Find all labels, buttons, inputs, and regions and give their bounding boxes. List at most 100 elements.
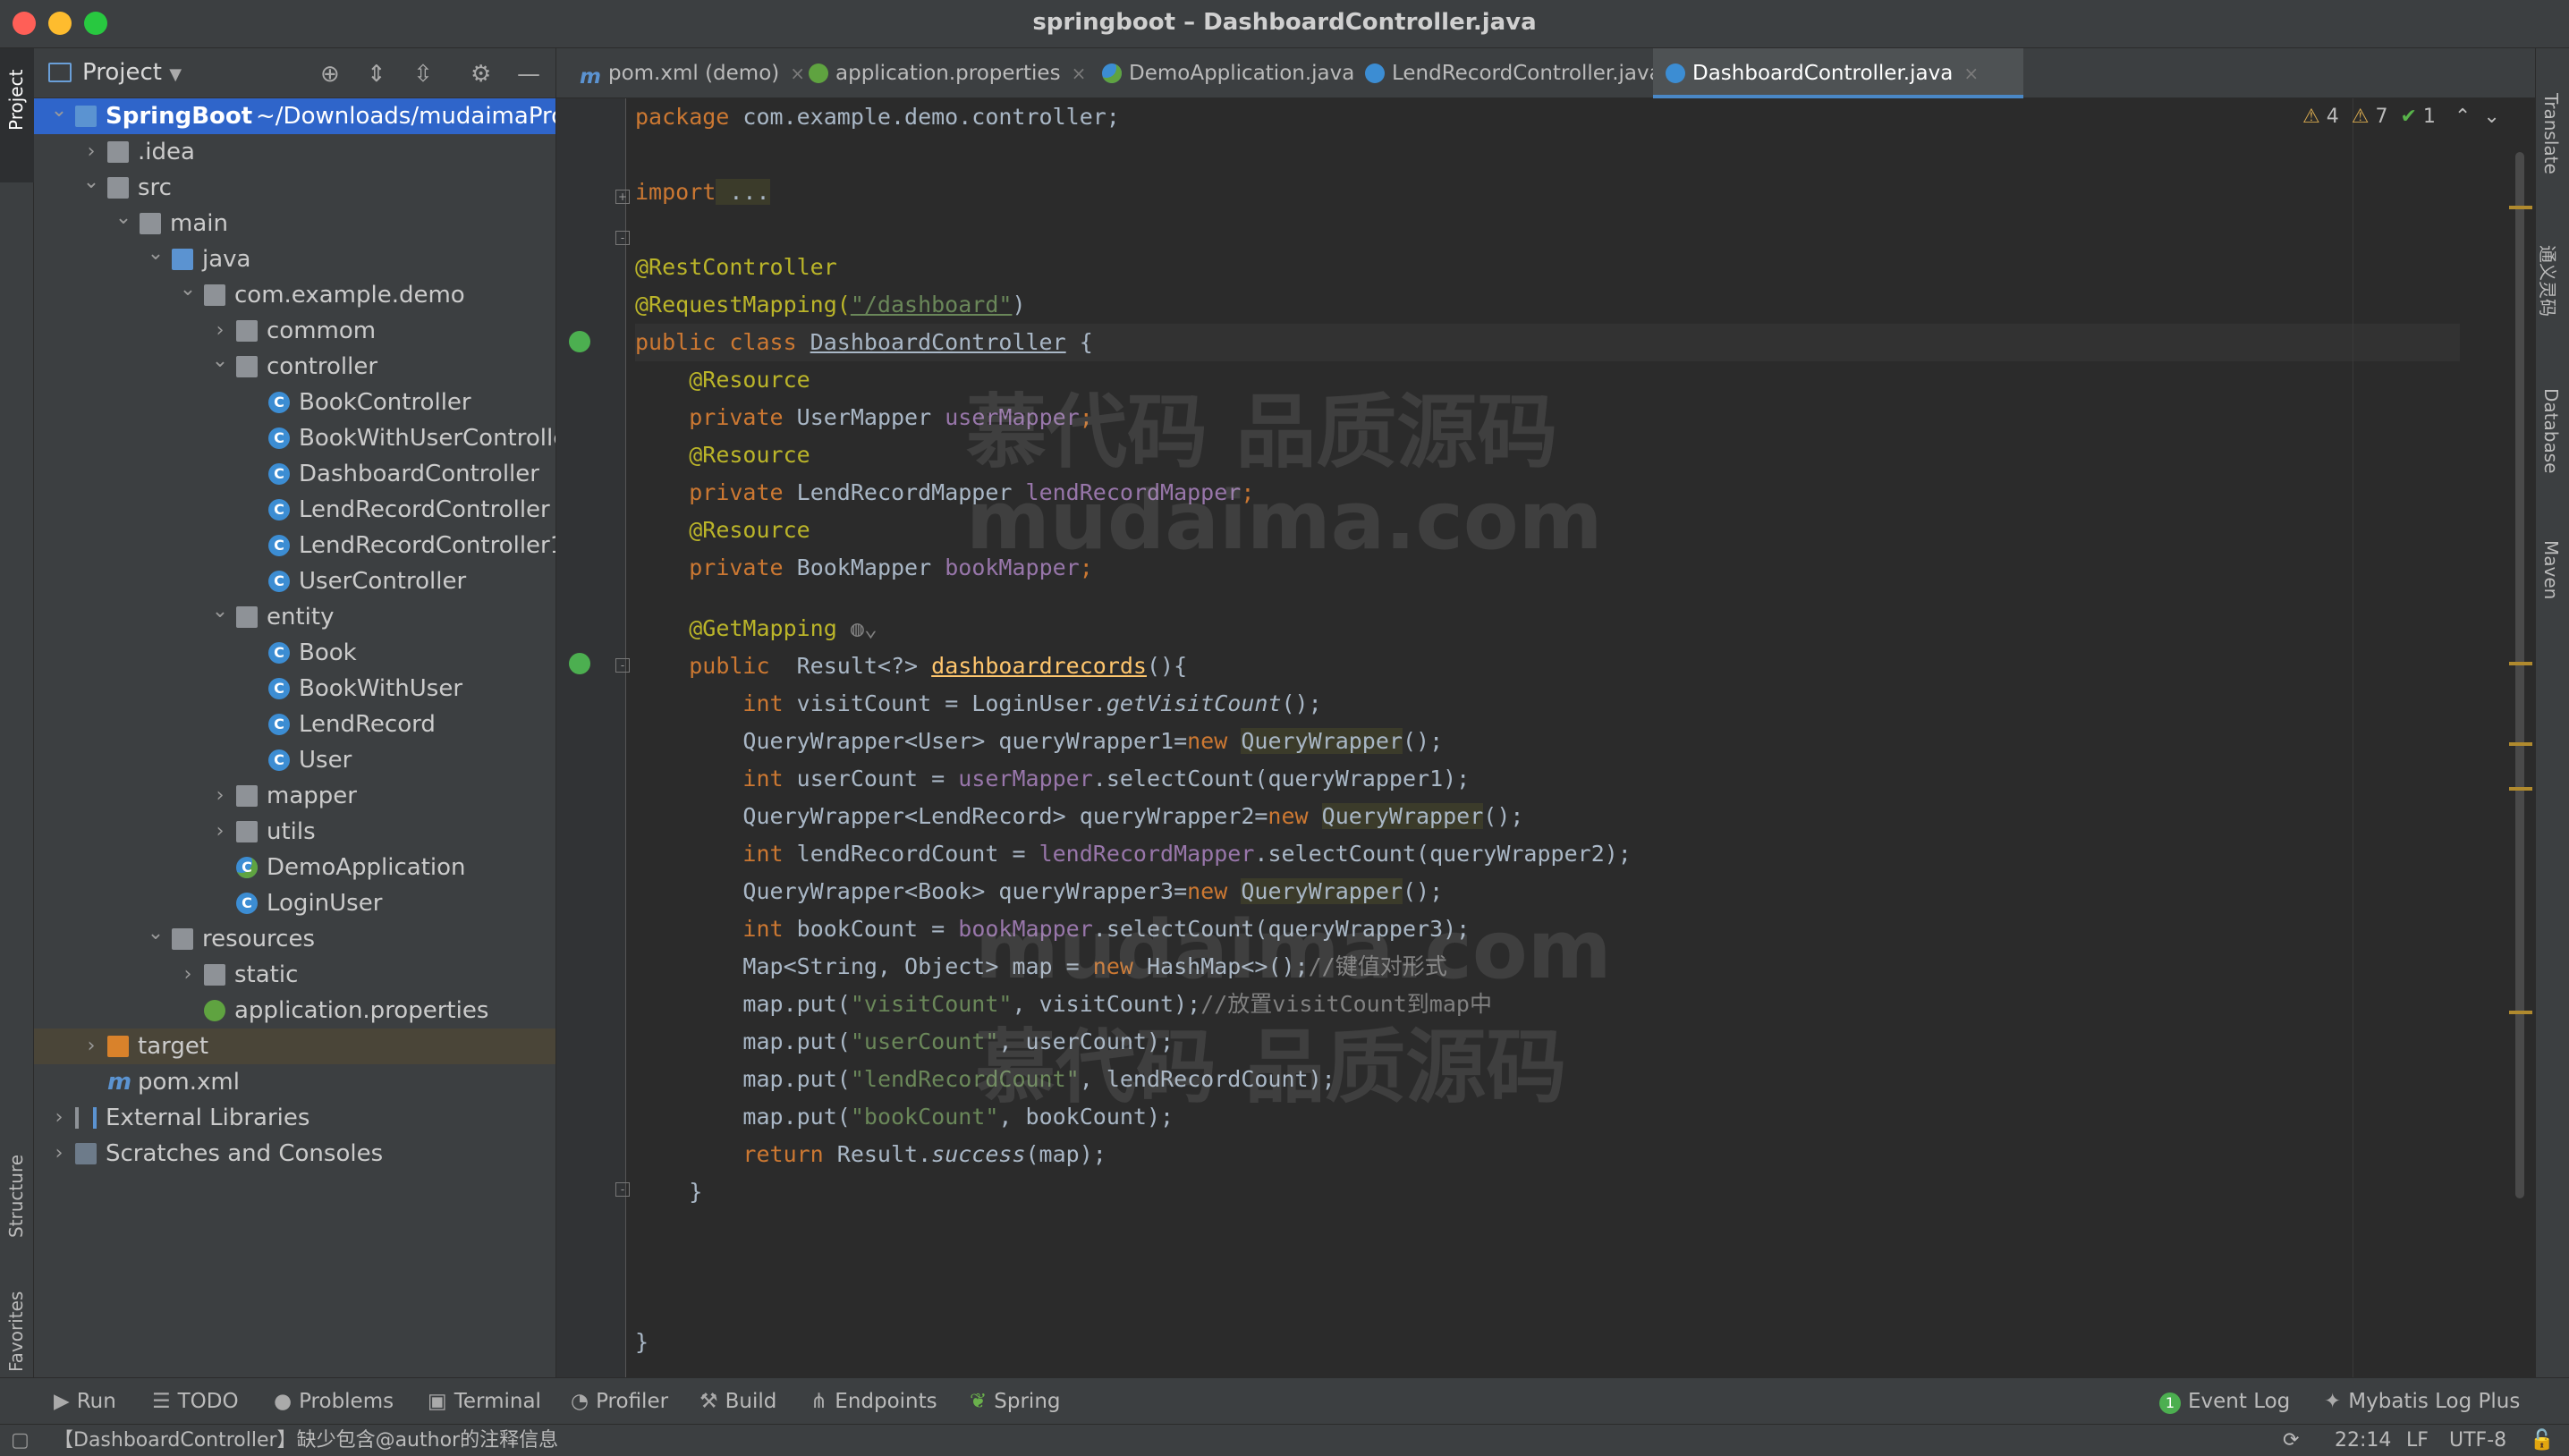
scroll-marker[interactable] [2509, 662, 2532, 665]
tool-build[interactable]: ⚒ Build [699, 1378, 776, 1425]
tool-tab-structure[interactable]: Structure [0, 1086, 34, 1247]
chevron-down-icon[interactable]: ⌄ [211, 343, 229, 379]
tree-item[interactable]: C DashboardController [34, 456, 555, 492]
tree-item[interactable]: application.properties [34, 993, 555, 1029]
fold-marker-icon[interactable]: - [615, 1182, 630, 1197]
tree-item[interactable]: C UserController [34, 563, 555, 599]
tree-item[interactable]: › utils [34, 814, 555, 850]
tree-item[interactable]: › commom [34, 313, 555, 349]
status-message[interactable]: 【DashboardController】缺少包含@author的注释信息 [54, 1425, 558, 1456]
tree-item[interactable]: C BookController [34, 385, 555, 420]
tree-item[interactable]: ⌄ controller [34, 349, 555, 385]
caret-position[interactable]: 22:14 [2335, 1425, 2391, 1456]
editor-tab[interactable]: LendRecordController.java× [1352, 48, 1688, 98]
tree-item[interactable]: › .idea [34, 134, 555, 170]
chevron-down-icon[interactable]: ⌄ [50, 93, 68, 129]
chevron-right-icon[interactable]: › [179, 957, 197, 993]
panel-toggle-icon[interactable]: ▢ [11, 1425, 30, 1456]
chevron-up-icon[interactable]: ⌃ [2455, 106, 2471, 128]
class-icon: C [268, 749, 290, 771]
tree-item[interactable]: › target [34, 1029, 555, 1064]
scroll-marker[interactable] [2509, 787, 2532, 791]
editor-tab[interactable]: DashboardController.java × [1653, 48, 2023, 98]
editor-scrollbar[interactable] [2515, 152, 2524, 1198]
chevron-down-icon[interactable]: ⌄ [82, 165, 100, 200]
chevron-down-icon[interactable]: ⌄ [147, 916, 165, 952]
tree-item[interactable]: m pom.xml [34, 1064, 555, 1100]
tool-event-log[interactable]: 1 Event Log [2159, 1378, 2290, 1425]
chevron-down-icon[interactable]: ⌄ [179, 272, 197, 308]
string-token[interactable]: "/dashboard" [851, 292, 1013, 317]
tool-tab-project[interactable]: Project [0, 48, 34, 182]
keyword-token: int [742, 766, 797, 791]
tree-item[interactable]: › External Libraries [34, 1100, 555, 1136]
close-icon[interactable]: × [1072, 63, 1087, 84]
chevron-right-icon[interactable]: › [82, 1029, 100, 1064]
file-encoding[interactable]: UTF-8 [2449, 1425, 2506, 1456]
locate-icon[interactable]: ⊕ [320, 61, 340, 88]
tree-item[interactable]: › mapper [34, 778, 555, 814]
chevron-right-icon[interactable]: › [50, 1136, 68, 1172]
editor-tab[interactable]: DemoApplication.java× [1089, 48, 1380, 98]
tool-profiler[interactable]: ◔ Profiler [571, 1378, 668, 1425]
gear-icon[interactable]: ⚙ [471, 61, 491, 88]
tree-item[interactable]: ⌄ resources [34, 921, 555, 957]
expand-all-icon[interactable]: ⇕ [367, 61, 386, 88]
tree-item[interactable]: ⌄ entity [34, 599, 555, 635]
code-editor[interactable]: + - - - package com.example.demo.control… [556, 98, 2535, 1377]
chevron-right-icon[interactable]: › [211, 814, 229, 850]
tree-item[interactable]: ⌄ src [34, 170, 555, 206]
tool-run[interactable]: ▶ Run [54, 1378, 116, 1425]
chevron-down-icon[interactable]: ⌄ [2483, 106, 2499, 128]
inspection-widget[interactable]: ⚠ 4 ⚠ 7 ✔ 1 ⌃ ⌄ [2302, 106, 2500, 128]
tree-item[interactable]: ⌄ main [34, 206, 555, 241]
scroll-marker[interactable] [2509, 742, 2532, 746]
tree-item[interactable]: › Scratches and Consoles [34, 1136, 555, 1172]
fold-marker-icon[interactable]: + [615, 190, 630, 204]
globe-icon[interactable]: ◍⌄ [837, 615, 878, 641]
collapse-all-icon[interactable]: ⇳ [413, 61, 433, 88]
tree-item[interactable]: ⌄ SpringBoot ~/Downloads/mudaimaProje [34, 98, 555, 134]
tree-item[interactable]: C LendRecord [34, 707, 555, 742]
tree-item[interactable]: C BookWithUserController [34, 420, 555, 456]
spring-bean-icon[interactable] [569, 331, 590, 352]
chevron-down-icon[interactable]: ⌄ [211, 594, 229, 630]
tree-item[interactable]: C LoginUser [34, 885, 555, 921]
lock-icon[interactable]: 🔓 [2530, 1425, 2554, 1456]
fold-marker-icon[interactable]: - [615, 231, 630, 245]
scroll-marker[interactable] [2509, 206, 2532, 209]
tool-problems[interactable]: ● Problems [274, 1378, 394, 1425]
tree-item[interactable]: C BookWithUser [34, 671, 555, 707]
tree-item[interactable]: C LendRecordController [34, 492, 555, 528]
tree-item[interactable]: C User [34, 742, 555, 778]
tool-endpoints[interactable]: ⋔ Endpoints [810, 1378, 937, 1425]
spring-mapping-icon[interactable] [569, 653, 590, 674]
tool-tab-favorites[interactable]: Favorites [0, 1247, 34, 1390]
editor-tab[interactable]: m pom.xml (demo) × [567, 48, 805, 98]
line-separator[interactable]: LF [2406, 1425, 2429, 1456]
scroll-marker[interactable] [2509, 1011, 2532, 1014]
code-area[interactable]: package com.example.demo.controller; imp… [635, 98, 2460, 1361]
sync-icon[interactable]: ⟳ [2283, 1425, 2299, 1456]
tool-spring[interactable]: ❦ Spring [970, 1378, 1061, 1425]
tree-item[interactable]: C Book [34, 635, 555, 671]
tool-todo[interactable]: ☰ TODO [152, 1378, 239, 1425]
keyword-token: ; [1241, 479, 1255, 505]
close-icon[interactable]: × [1963, 63, 1979, 84]
tree-item[interactable]: C DemoApplication [34, 850, 555, 885]
tree-item[interactable]: › static [34, 957, 555, 993]
hide-panel-icon[interactable]: — [517, 61, 540, 88]
editor-tab[interactable]: application.properties × [796, 48, 1086, 98]
fold-marker-icon[interactable]: - [615, 658, 630, 673]
chevron-down-icon[interactable]: ⌄ [147, 236, 165, 272]
folded-imports[interactable]: ... [716, 179, 770, 205]
tree-item[interactable]: ⌄ com.example.demo [34, 277, 555, 313]
project-view-selector[interactable]: Project ▼ [82, 59, 182, 86]
tool-terminal[interactable]: ▣ Terminal [428, 1378, 541, 1425]
chevron-right-icon[interactable]: › [50, 1100, 68, 1136]
chevron-right-icon[interactable]: › [211, 778, 229, 814]
tree-item[interactable]: ⌄ java [34, 241, 555, 277]
tool-mybatis-log[interactable]: ✦ Mybatis Log Plus [2324, 1378, 2520, 1425]
chevron-down-icon[interactable]: ⌄ [114, 200, 132, 236]
tree-item[interactable]: C LendRecordController1 [34, 528, 555, 563]
